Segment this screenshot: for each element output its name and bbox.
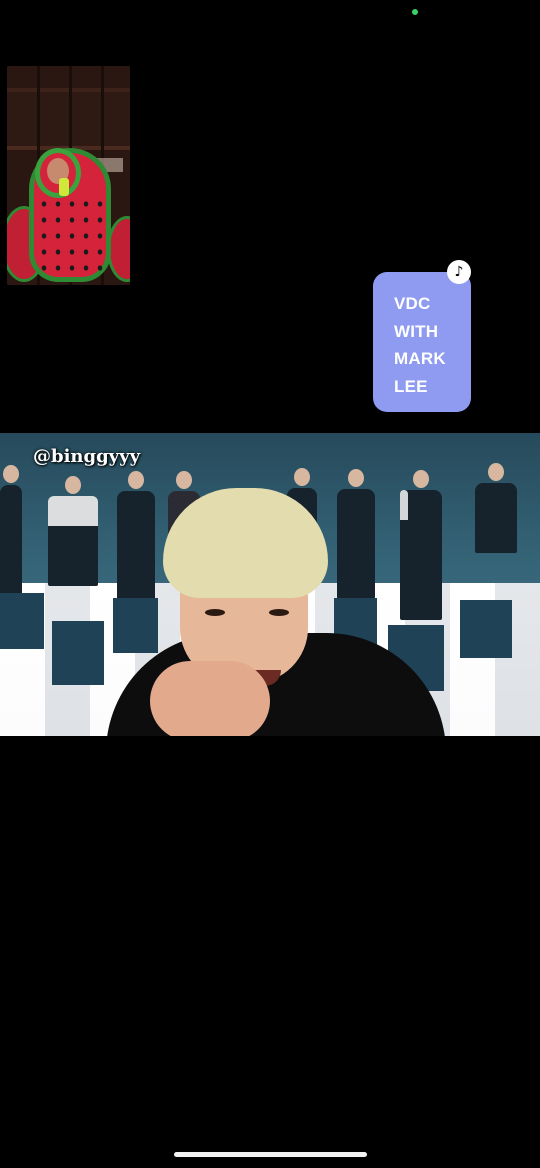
self-view-video[interactable] bbox=[7, 66, 130, 285]
caption-sticker: VDC WITH MARK LEE bbox=[373, 272, 471, 412]
caption-line: VDC bbox=[394, 294, 431, 313]
toy-microphone bbox=[59, 178, 69, 196]
watermark: @binggyyy bbox=[33, 446, 141, 467]
caption-line: MARK bbox=[394, 349, 446, 368]
poster-figure bbox=[48, 476, 98, 586]
poster-figure bbox=[0, 465, 22, 595]
tiktok-icon: ♪ bbox=[447, 260, 471, 284]
poster-figure bbox=[117, 471, 155, 601]
poster-figure bbox=[337, 469, 375, 599]
camera-in-use-indicator bbox=[412, 9, 418, 15]
home-indicator[interactable] bbox=[174, 1152, 367, 1157]
person-hand bbox=[150, 661, 270, 736]
caption-line: WITH bbox=[394, 321, 439, 341]
poster-figure bbox=[400, 470, 442, 620]
caption-line: LEE bbox=[394, 376, 428, 396]
main-video[interactable]: @binggyyy bbox=[0, 433, 540, 736]
poster-figure bbox=[475, 463, 517, 553]
